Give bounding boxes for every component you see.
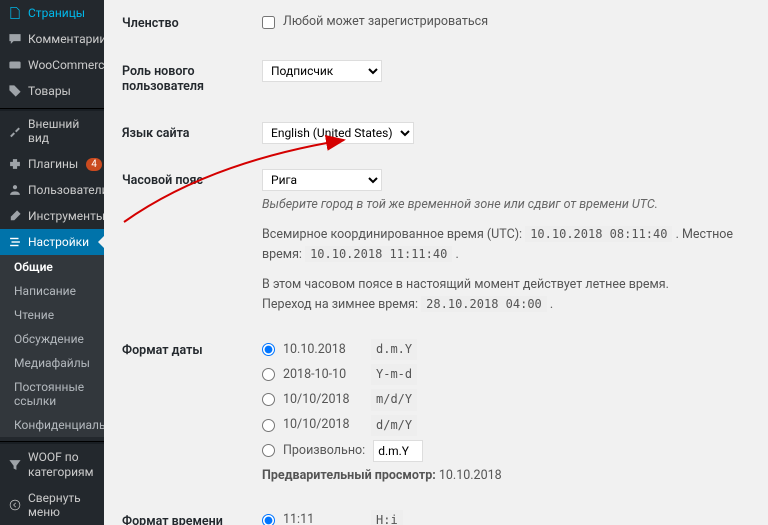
time-opt-0[interactable]: 11:11H:i — [262, 510, 750, 525]
sidebar-item-tools[interactable]: Инструменты — [0, 203, 104, 229]
sidebar-group-design: Внешний вид Плагины 4 Пользователи Инстру… — [0, 111, 104, 255]
timezone-dst: В этом часовом поясе в настоящий момент … — [262, 275, 750, 295]
appearance-icon — [8, 124, 22, 138]
sidebar-label: Внешний вид — [28, 117, 96, 145]
sidebar-label: Свернуть меню — [28, 491, 96, 519]
sidebar-label: Товары — [28, 84, 71, 98]
sidebar-item-users[interactable]: Пользователи — [0, 177, 104, 203]
pages-icon — [8, 6, 22, 20]
winter-time: 28.10.2018 04:00 — [421, 296, 547, 312]
submenu-general[interactable]: Общие — [0, 255, 104, 279]
sidebar-item-appearance[interactable]: Внешний вид — [0, 111, 104, 151]
users-icon — [8, 183, 22, 197]
language-select[interactable]: English (United States) — [262, 122, 414, 144]
collapse-icon — [8, 498, 22, 512]
date-opt-1[interactable]: 2018-10-10Y-m-d — [262, 364, 750, 385]
plugins-badge: 4 — [86, 158, 102, 171]
sidebar-item-woof[interactable]: WOOF по категориям — [0, 444, 104, 485]
row-time-label: Формат времени — [122, 498, 262, 525]
collapse-menu[interactable]: Свернуть меню — [0, 485, 104, 525]
local-time: 10.10.2018 11:11:40 — [305, 246, 452, 262]
sidebar-item-settings[interactable]: Настройки — [0, 229, 104, 255]
submenu-permalinks[interactable]: Постоянные ссылки — [0, 375, 104, 413]
sidebar-label: WOOF по категориям — [28, 450, 96, 479]
sidebar-label: Настройки — [28, 235, 89, 249]
timezone-desc: Выберите город в той же временной зоне и… — [262, 195, 750, 215]
sidebar-label: Инструменты — [28, 209, 104, 223]
utc-time: 10.10.2018 08:11:40 — [525, 226, 672, 242]
row-timezone-label: Часовой пояс — [122, 157, 262, 327]
sidebar-item-pages[interactable]: Страницы — [0, 0, 104, 26]
date-opt-3[interactable]: 10/10/2018d/m/Y — [262, 415, 750, 436]
submenu-discussion[interactable]: Обсуждение — [0, 327, 104, 351]
sidebar-label: Комментарии — [28, 32, 104, 46]
date-opt-2[interactable]: 10/10/2018m/d/Y — [262, 389, 750, 410]
sidebar-item-plugins[interactable]: Плагины 4 — [0, 151, 104, 177]
submenu-privacy[interactable]: Конфиденциальность — [0, 413, 104, 437]
membership-checkbox[interactable] — [262, 16, 275, 29]
filter-icon — [8, 458, 22, 472]
settings-submenu: Общие Написание Чтение Обсуждение Медиаф… — [0, 255, 104, 437]
date-opt-custom[interactable]: Произвольно: — [262, 440, 750, 462]
sidebar-item-comments[interactable]: Комментарии — [0, 26, 104, 52]
woocommerce-icon — [8, 58, 22, 72]
sidebar-label: Пользователи — [28, 183, 104, 197]
membership-checkbox-wrap[interactable]: Любой может зарегистрироваться — [262, 12, 750, 32]
sidebar-label: Страницы — [28, 6, 85, 20]
default-role-select[interactable]: Подписчик — [262, 60, 382, 82]
timezone-winter: Переход на зимнее время: 28.10.2018 04:0… — [262, 295, 750, 315]
products-icon — [8, 84, 22, 98]
row-role-label: Роль нового пользователя — [122, 48, 262, 110]
settings-icon — [8, 235, 22, 249]
comments-icon — [8, 32, 22, 46]
tools-icon — [8, 209, 22, 223]
sidebar-item-woocommerce[interactable]: WooCommerce — [0, 52, 104, 78]
settings-general-page: Членство Любой может зарегистрироваться … — [104, 0, 768, 525]
submenu-media[interactable]: Медиафайлы — [0, 351, 104, 375]
general-settings-form: Членство Любой может зарегистрироваться … — [122, 0, 750, 525]
date-preview: Предварительный просмотр: 10.10.2018 — [262, 466, 750, 486]
sidebar-group-top: Страницы Комментарии WooCommerce Товары — [0, 0, 104, 104]
date-opt-0[interactable]: 10.10.2018d.m.Y — [262, 339, 750, 360]
timezone-select[interactable]: Рига — [262, 169, 382, 191]
row-membership-label: Членство — [122, 0, 262, 48]
admin-sidebar: Страницы Комментарии WooCommerce Товары … — [0, 0, 104, 525]
timezone-utc-line: Всемирное координированное время (UTC): … — [262, 225, 750, 265]
submenu-writing[interactable]: Написание — [0, 279, 104, 303]
date-custom-input[interactable] — [373, 440, 423, 462]
row-date-label: Формат даты — [122, 327, 262, 498]
row-language-label: Язык сайта — [122, 110, 262, 157]
sidebar-label: Плагины — [28, 157, 78, 171]
submenu-reading[interactable]: Чтение — [0, 303, 104, 327]
sidebar-label: WooCommerce — [28, 58, 104, 72]
plugins-icon — [8, 157, 22, 171]
sidebar-item-products[interactable]: Товары — [0, 78, 104, 104]
